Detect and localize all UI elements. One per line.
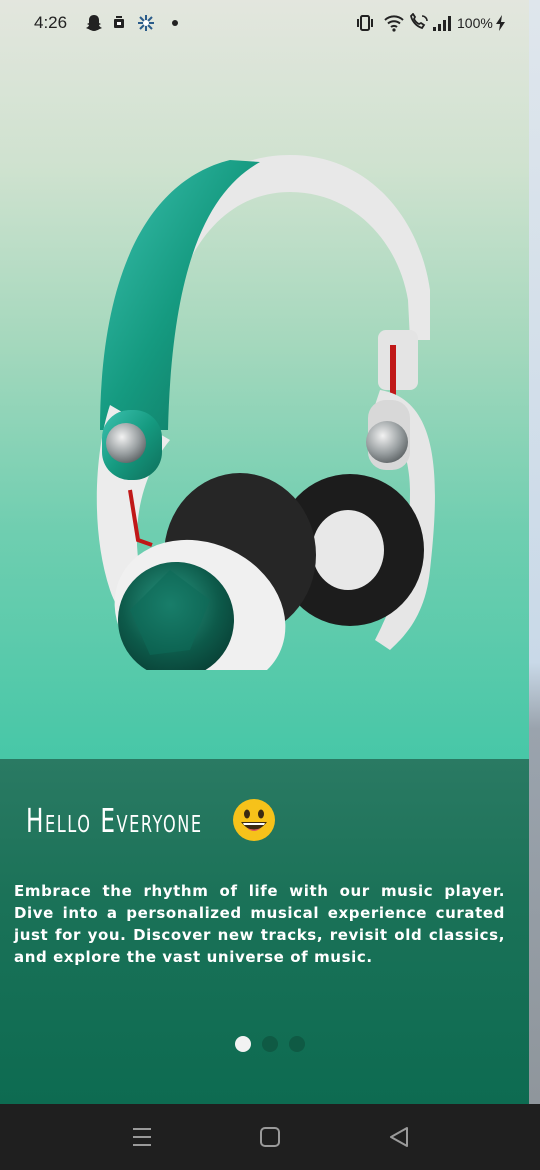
vibrate-icon [357, 15, 373, 31]
headphones-illustration [96, 155, 435, 670]
notification-icon [114, 16, 124, 28]
page-indicator[interactable] [235, 1036, 305, 1052]
recent-apps-icon[interactable] [129, 1124, 155, 1150]
status-bar: 4:26 100% [0, 0, 529, 46]
onboarding-description: Embrace the rhythm of life with our musi… [14, 882, 505, 966]
signal-icon [433, 16, 451, 31]
dot-icon [172, 20, 178, 26]
onboarding-title-row: Hello Everyone [26, 795, 252, 845]
navigation-bar [0, 1104, 540, 1170]
status-time: 4:26 [34, 13, 68, 32]
back-icon[interactable] [386, 1124, 412, 1150]
home-icon[interactable] [257, 1124, 283, 1150]
page-dot-1[interactable] [235, 1036, 251, 1052]
grinning-face-emoji [233, 799, 275, 841]
screen-edge [529, 0, 540, 1104]
page-dot-3[interactable] [289, 1036, 305, 1052]
wifi-icon [384, 15, 404, 32]
battery-level: 100% [457, 15, 493, 31]
snapchat-icon [86, 15, 102, 31]
page-dot-2[interactable] [262, 1036, 278, 1052]
settings-icon [138, 15, 154, 31]
charging-icon [496, 15, 505, 31]
wifi-call-icon [410, 13, 428, 30]
onboarding-title: Hello Everyone [26, 800, 203, 840]
